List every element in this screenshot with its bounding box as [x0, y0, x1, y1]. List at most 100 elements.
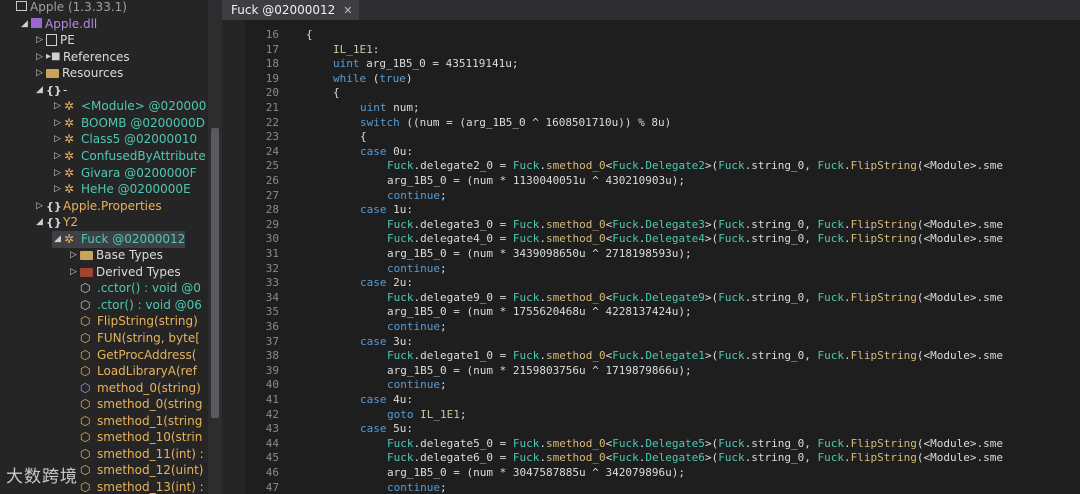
expanded-arrow-icon[interactable]: ◢	[19, 16, 30, 33]
tree-item[interactable]: ⬡ smethod_0(string	[68, 396, 202, 413]
tree-item-label: smethod_11(int) :	[97, 446, 204, 461]
tree-item-label: BOOMB @0200000D	[81, 115, 205, 130]
code-line[interactable]: uint arg_1B5_0 = 435119141u;	[333, 57, 518, 72]
tree-item[interactable]: ▷ ✲ BOOMB @0200000D	[52, 115, 205, 132]
tree-item[interactable]: ◢ Apple.dll	[19, 16, 97, 33]
tree-item[interactable]: Apple (1.3.33.1)	[4, 0, 127, 16]
collapsed-arrow-icon[interactable]: ▷	[52, 165, 63, 182]
code-line[interactable]: continue;	[387, 189, 447, 204]
tree-item-label: LoadLibraryA(ref	[97, 364, 197, 379]
tree-item[interactable]: ▷ Derived Types	[68, 264, 181, 281]
tree-item[interactable]: ▷ PE	[34, 32, 75, 49]
tree-item[interactable]: ⬡ method_0(string)	[68, 380, 201, 397]
code-line[interactable]: case 4u:	[360, 393, 413, 408]
tree-item[interactable]: ◢ {}-	[34, 82, 67, 99]
collapsed-arrow-icon[interactable]: ▷	[34, 32, 45, 49]
namespace-icon: {}	[46, 216, 62, 230]
code-line[interactable]: IL_1E1:	[333, 43, 379, 58]
class-icon: ✲	[64, 99, 75, 114]
code-line[interactable]: {	[360, 130, 367, 145]
code-line[interactable]: Fuck.delegate9_0 = Fuck.smethod_0<Fuck.D…	[387, 291, 1003, 306]
tree-item[interactable]: ◢ ✲ Fuck @02000012	[52, 230, 186, 248]
tree-item[interactable]: ⬡ smethod_12(uint)	[68, 462, 203, 479]
tree-item[interactable]: ▷ ✲ HeHe @0200000E	[52, 181, 191, 198]
class-icon: ✲	[64, 115, 75, 130]
code-line[interactable]: uint num;	[360, 101, 420, 116]
collapsed-arrow-icon[interactable]: ▷	[52, 115, 63, 132]
code-line[interactable]: continue;	[387, 320, 447, 335]
tree-item[interactable]: ⬡ FUN(string, byte[	[68, 330, 200, 347]
tree-item[interactable]: ⬡ smethod_1(string	[68, 413, 202, 430]
code-line[interactable]: case 0u:	[360, 145, 413, 160]
tree-item[interactable]: ▷ ✲ Class5 @02000010	[52, 131, 197, 148]
code-line[interactable]: Fuck.delegate2_0 = Fuck.smethod_0<Fuck.D…	[387, 159, 1003, 174]
code-line[interactable]: continue;	[387, 481, 447, 494]
expanded-arrow-icon[interactable]: ◢	[34, 82, 45, 99]
tree-item[interactable]: ⬡ smethod_10(strin	[68, 429, 202, 446]
tab-fuck[interactable]: Fuck @02000012 ✕	[222, 0, 359, 20]
tree-item[interactable]: ▷ ▸■ References	[34, 49, 130, 66]
code-line[interactable]: arg_1B5_0 = (num * 3439098650u ^ 2718198…	[387, 247, 692, 262]
tree-item[interactable]: ⬡ LoadLibraryA(ref	[68, 363, 197, 380]
line-number: 16	[265, 28, 279, 41]
tree-item-label: .cctor() : void @0	[97, 281, 201, 296]
close-icon[interactable]: ✕	[343, 4, 352, 17]
tree-item-label: Resources	[62, 66, 124, 81]
code-line[interactable]: switch ((num = (arg_1B5_0 ^ 1608501710u)…	[360, 116, 671, 131]
code-line[interactable]: arg_1B5_0 = (num * 1755620468u ^ 4228137…	[387, 305, 692, 320]
expanded-arrow-icon[interactable]: ◢	[34, 214, 45, 231]
code-line[interactable]: case 5u:	[360, 422, 413, 437]
tree-item[interactable]: ▷ ✲ ConfusedByAttribute	[52, 148, 206, 165]
tree-item-label: Derived Types	[96, 264, 181, 279]
tree-item[interactable]: ▷ {}Apple.Properties	[34, 198, 162, 215]
tree-item[interactable]: ⬡ .cctor() : void @0	[68, 280, 201, 297]
collapsed-arrow-icon[interactable]: ▷	[52, 98, 63, 115]
code-line[interactable]: case 1u:	[360, 203, 413, 218]
watermark: 大数跨境	[6, 462, 78, 487]
code-line[interactable]: case 3u:	[360, 335, 413, 350]
code-line[interactable]: goto IL_1E1;	[387, 408, 467, 423]
tree-item[interactable]: ▷ ✲ <Module> @020000	[52, 98, 206, 115]
scrollbar-thumb[interactable]	[211, 128, 219, 418]
code-line[interactable]: Fuck.delegate4_0 = Fuck.smethod_0<Fuck.D…	[387, 232, 1003, 247]
collapsed-arrow-icon[interactable]: ▷	[52, 148, 63, 165]
explorer-scrollbar[interactable]	[208, 0, 222, 494]
class-icon: ✲	[64, 148, 75, 163]
collapsed-arrow-icon[interactable]: ▷	[34, 49, 45, 66]
tree-item[interactable]: ⬡ smethod_11(int) :	[68, 446, 204, 463]
folder-red-icon	[80, 267, 93, 277]
expanded-arrow-icon[interactable]: ◢	[52, 231, 63, 248]
tree-item-label: References	[63, 49, 130, 64]
tree-item[interactable]: ▷ Base Types	[68, 247, 163, 264]
line-number: 44	[265, 436, 279, 450]
collapsed-arrow-icon[interactable]: ▷	[52, 181, 63, 198]
collapsed-arrow-icon[interactable]: ▷	[68, 264, 79, 281]
code-line[interactable]: {	[306, 28, 313, 43]
code-line[interactable]: Fuck.delegate6_0 = Fuck.smethod_0<Fuck.D…	[387, 451, 1003, 466]
tree-item[interactable]: ▷ ✲ Givara @0200000F	[52, 165, 197, 182]
collapsed-arrow-icon[interactable]: ▷	[34, 198, 45, 215]
tree-item[interactable]: ⬡ GetProcAddress(	[68, 347, 197, 364]
code-line[interactable]: arg_1B5_0 = (num * 1130040051u ^ 4302109…	[387, 174, 685, 189]
tree-item-label: Apple.dll	[45, 16, 98, 31]
collapsed-arrow-icon[interactable]: ▷	[34, 65, 45, 82]
line-number: 29	[265, 217, 279, 231]
code-line[interactable]: while (true)	[333, 72, 413, 87]
code-line[interactable]: arg_1B5_0 = (num * 3047587885u ^ 3420798…	[387, 466, 685, 481]
code-line[interactable]: continue;	[387, 262, 447, 277]
code-editor[interactable]: 16 {17 IL_1E1: 18 uint arg_1B5_0 = 435119141…	[222, 20, 1080, 494]
code-line[interactable]: case 2u:	[360, 276, 413, 291]
tree-item[interactable]: ◢ {}Y2	[34, 214, 78, 231]
collapsed-arrow-icon[interactable]: ▷	[52, 131, 63, 148]
code-line[interactable]: Fuck.delegate5_0 = Fuck.smethod_0<Fuck.D…	[387, 437, 1003, 452]
tree-item[interactable]: ▷ Resources	[34, 65, 123, 82]
tree-item[interactable]: ⬡ .ctor() : void @06	[68, 297, 202, 314]
code-line[interactable]: {	[333, 86, 340, 101]
code-line[interactable]: Fuck.delegate3_0 = Fuck.smethod_0<Fuck.D…	[387, 218, 1003, 233]
code-line[interactable]: continue;	[387, 378, 447, 393]
collapsed-arrow-icon[interactable]: ▷	[68, 247, 79, 264]
tree-item[interactable]: ⬡ FlipString(string)	[68, 313, 198, 330]
code-line[interactable]: Fuck.delegate1_0 = Fuck.smethod_0<Fuck.D…	[387, 349, 1003, 364]
code-line[interactable]: arg_1B5_0 = (num * 2159803756u ^ 1719879…	[387, 364, 692, 379]
tree-item[interactable]: ⬡ smethod_13(int) :	[68, 479, 204, 494]
